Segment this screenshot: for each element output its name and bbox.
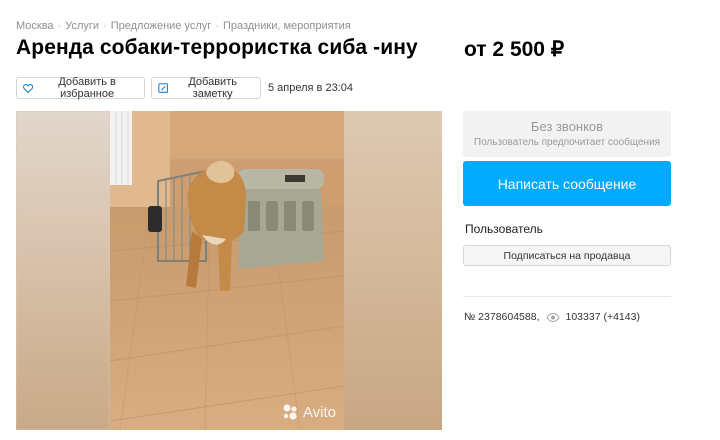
breadcrumb-link[interactable]: Услуги [65, 20, 99, 32]
dog-in-carrier-image [110, 111, 344, 430]
breadcrumb-separator: · [103, 20, 107, 32]
breadcrumb-separator: · [57, 20, 62, 32]
views-count: 103337 (+4143) [565, 311, 640, 323]
seller-name[interactable]: Пользователь [465, 222, 543, 236]
add-to-favorites-label: Добавить в избранное [58, 76, 116, 100]
no-calls-title: Без звонков [530, 119, 604, 134]
ad-meta: № 2378604588, 103337 (+4143) [464, 311, 640, 323]
no-calls-subtitle: Пользователь предпочитает сообщения [473, 137, 661, 148]
add-note-label: Добавить заметку [188, 76, 237, 100]
breadcrumb-separator: · [215, 20, 219, 32]
price: от 2 500 ₽ [464, 38, 565, 61]
add-to-favorites-button[interactable]: Добавить в избранное [16, 76, 145, 100]
watermark-text: Avito [302, 403, 336, 421]
no-calls-notice: Без звонков Пользователь предпочитает со… [463, 111, 671, 157]
publish-date: 5 апреля в 23:04 [268, 82, 353, 94]
photo-blur-right [344, 111, 442, 430]
breadcrumb-link[interactable]: Предложение услуг [111, 20, 212, 32]
breadcrumb-link[interactable]: Праздники, мероприятия [223, 20, 351, 32]
ad-number: № 2378604588, [464, 311, 540, 323]
watermark: Avito [281, 403, 336, 421]
eye-icon [545, 312, 560, 322]
add-note-button[interactable]: Добавить заметку [151, 76, 261, 100]
breadcrumb: Москва · Услуги · Предложение услуг · Праздник… [16, 20, 351, 32]
page-title: Аренда собаки-террористка сиба -ину [16, 36, 418, 59]
note-icon [158, 83, 168, 93]
divider [463, 296, 671, 297]
write-message-button[interactable]: Написать сообщение [463, 161, 671, 206]
subscribe-seller-button[interactable]: Подписаться на продавца [463, 245, 671, 266]
heart-icon [23, 83, 34, 93]
main-photo[interactable]: Avito [110, 111, 344, 430]
avito-logo-icon [283, 404, 297, 420]
photo-gallery[interactable]: Avito [16, 111, 442, 430]
photo-blur-left [16, 111, 110, 430]
breadcrumb-link[interactable]: Москва [16, 20, 54, 32]
